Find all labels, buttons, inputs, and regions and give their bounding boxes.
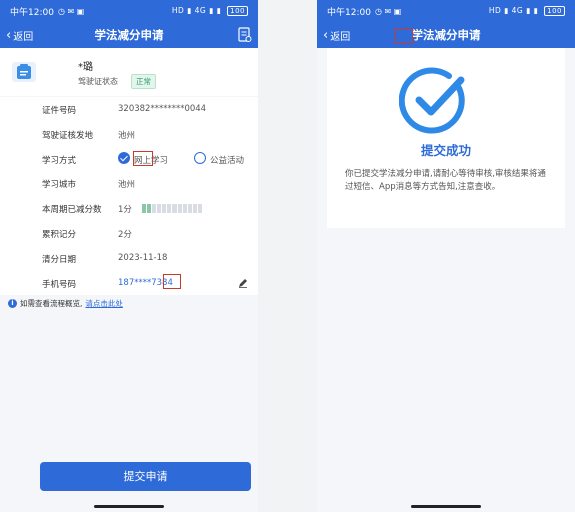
info-icon: i	[8, 299, 17, 308]
status-time: 中午12:00	[10, 7, 54, 18]
page-title: 学法减分申请	[411, 28, 481, 42]
info-text: 如需查看流程概览,	[20, 299, 83, 308]
record-list-icon[interactable]	[238, 27, 252, 43]
submit-application-button[interactable]: 提交申请	[40, 462, 251, 491]
progress-segment	[147, 204, 152, 214]
success-message: 你已提交学法减分申请,请耐心等待审核,审核结果将通过短信、App消息等方式告知,…	[345, 169, 546, 192]
points-progress-bar	[142, 204, 202, 214]
progress-segment	[167, 204, 172, 214]
status-time: 中午12:00	[327, 7, 371, 18]
radio-online-checked-icon[interactable]	[118, 151, 130, 164]
id-number-value: 320382********0044	[118, 104, 207, 114]
highlight-box	[395, 28, 413, 44]
home-indicator[interactable]	[94, 505, 164, 508]
progress-segment	[177, 204, 182, 214]
study-city-label: 学习城市	[42, 180, 77, 191]
success-check-icon	[399, 67, 465, 134]
progress-segment	[192, 204, 197, 214]
progress-segment	[182, 204, 187, 214]
signal-icon: HD ▮ 4G ▮ ▮	[488, 6, 539, 15]
form-row-study-city: 学习城市 池州	[0, 171, 258, 196]
form-row-weekly-reduced: 本周期已减分数 1分	[0, 196, 258, 221]
accumulated-value: 2分	[118, 229, 132, 240]
progress-segment	[197, 204, 202, 214]
license-status-label: 驾驶证状态	[78, 77, 118, 86]
study-city-value: 池州	[118, 180, 136, 191]
progress-segment	[172, 204, 177, 214]
signal-icons: HD ▮ 4G ▮ ▮ 100	[489, 6, 565, 16]
form-row-accumulated: 累积记分 2分	[0, 221, 258, 246]
driver-name: *璐	[78, 62, 93, 73]
process-overview-link[interactable]: 请点击此处	[85, 298, 123, 309]
phone-screen-success: 中午12:00 ◷ ✉ ▣ HD ▮ 4G ▮ ▮ 100 ‹ 返回 学法减分申…	[317, 0, 575, 512]
battery-icon: 100	[227, 6, 248, 16]
back-label: 返回	[330, 31, 351, 43]
study-mode-label: 学习方式	[42, 155, 77, 166]
status-bar: 中午12:00 ◷ ✉ ▣ HD ▮ 4G ▮ ▮ 100	[317, 0, 575, 22]
profile-card: *璐 驾驶证状态 正常	[0, 48, 258, 96]
success-card: 提交成功 你已提交学法减分申请,请耐心等待审核,审核结果将通过短信、App消息等…	[327, 48, 565, 228]
form-row-clear-date: 清分日期 2023-11-18	[0, 246, 258, 271]
highlight-box	[163, 273, 181, 289]
progress-segment	[162, 204, 167, 214]
nav-bar: ‹ 返回 学法减分申请	[317, 22, 575, 48]
edit-pencil-icon[interactable]	[238, 278, 248, 288]
issue-place-value: 池州	[118, 130, 136, 141]
back-button[interactable]: ‹ 返回	[323, 28, 350, 43]
status-notification-icons: ◷ ✉ ▣	[374, 6, 402, 16]
phone-label: 手机号码	[42, 279, 77, 290]
status-bar: 中午12:00 ◷ ✉ ▣ HD ▮ 4G ▮ ▮ 100	[0, 0, 258, 22]
form-row-issue-place: 驾驶证核发地 池州	[0, 122, 258, 147]
issue-place-label: 驾驶证核发地	[42, 130, 94, 141]
phone-screen-application: 中午12:00 ◷ ✉ ▣ HD ▮ 4G ▮ ▮ 100 ‹ 返回 学法减分申…	[0, 0, 258, 512]
highlight-box	[133, 150, 153, 166]
accumulated-label: 累积记分	[42, 229, 77, 240]
info-hint: i 如需查看流程概览, 请点击此处	[8, 298, 123, 309]
progress-segment	[157, 204, 162, 214]
radio-public-unchecked-icon[interactable]	[194, 151, 206, 164]
form-row-id-number: 证件号码 320382********0044	[0, 97, 258, 122]
option-public-activity[interactable]: 公益活动	[210, 154, 244, 166]
clear-date-value: 2023-11-18	[118, 252, 168, 263]
clear-date-label: 清分日期	[42, 254, 77, 265]
application-form: 证件号码 320382********0044 驾驶证核发地 池州 学习方式 网…	[0, 97, 258, 296]
signal-icon: HD ▮ 4G ▮ ▮	[171, 6, 222, 15]
progress-segment	[152, 204, 157, 214]
battery-icon: 100	[544, 6, 565, 16]
chevron-left-icon: ‹	[323, 27, 329, 43]
form-row-study-mode: 学习方式 网上学习 公益活动	[0, 147, 258, 172]
success-title: 提交成功	[420, 143, 471, 158]
home-indicator[interactable]	[411, 505, 481, 508]
signal-icons: HD ▮ 4G ▮ ▮ 100	[172, 6, 248, 16]
chevron-left-icon: ‹	[6, 27, 12, 43]
status-badge: 正常	[131, 74, 156, 89]
id-number-label: 证件号码	[42, 106, 77, 116]
driver-license-icon	[12, 62, 36, 82]
weekly-reduced-value: 1分	[118, 205, 132, 216]
back-button[interactable]: ‹ 返回	[6, 28, 33, 43]
progress-segment	[187, 204, 192, 214]
status-notification-icons: ◷ ✉ ▣	[57, 6, 85, 16]
progress-segment	[142, 204, 147, 214]
page-title: 学法减分申请	[94, 28, 164, 42]
back-label: 返回	[13, 31, 34, 43]
weekly-reduced-label: 本周期已减分数	[42, 205, 102, 216]
nav-bar: ‹ 返回 学法减分申请	[0, 22, 258, 48]
form-row-phone: 手机号码 187****7384	[0, 271, 258, 296]
